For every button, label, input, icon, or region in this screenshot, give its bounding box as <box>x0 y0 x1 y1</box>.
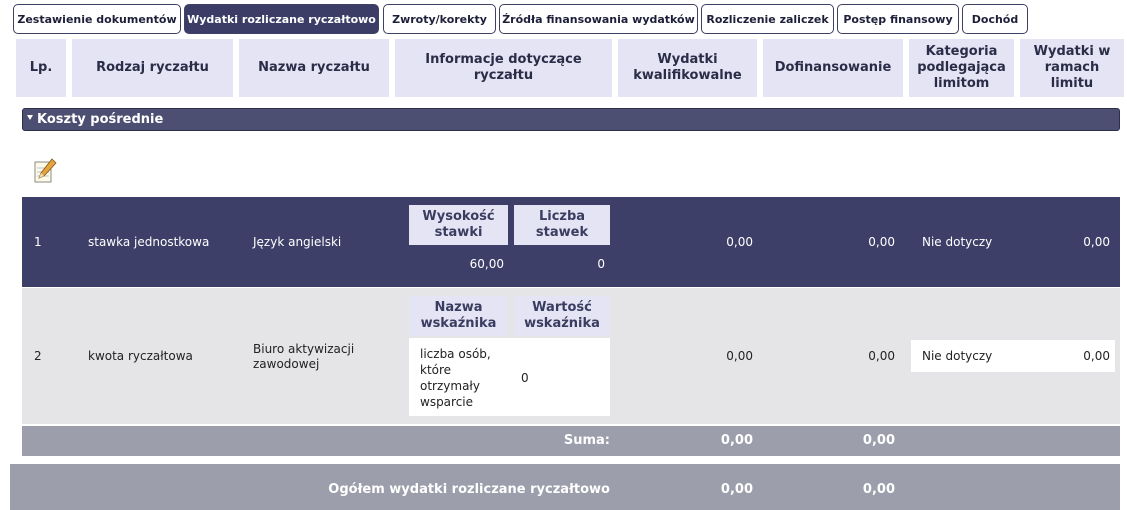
row-nazwa: Biuro aktywizacji zawodowej <box>253 342 355 371</box>
section-title: Koszty pośrednie <box>37 112 164 127</box>
caret-down-icon <box>27 115 33 120</box>
info-value-wartosc-wskaznika: 0 <box>521 371 529 385</box>
column-header-rodzaj: Rodzaj ryczałtu <box>72 39 233 97</box>
row-kwalifikowalne: 0,00 <box>726 349 753 363</box>
column-header-informacje: Informacje dotyczące ryczałtu <box>395 39 612 97</box>
tab-wydatki-rozliczane-ryczaltowo[interactable]: Wydatki rozliczane ryczałtowo <box>184 4 379 34</box>
tab-zrodla-finansowania[interactable]: Źródła finansowania wydatków <box>499 4 698 34</box>
row-lp: 2 <box>34 349 42 363</box>
row-rodzaj: kwota ryczałtowa <box>88 349 193 363</box>
total-label: Ogółem wydatki rozliczane ryczałtowo <box>328 482 610 497</box>
column-header-limit: Wydatki w ramach limitu <box>1020 39 1124 97</box>
row-kwalifikowalne: 0,00 <box>726 235 753 249</box>
row-rodzaj: stawka jednostkowa <box>88 235 210 249</box>
row-kategoria: Nie dotyczy <box>922 235 993 249</box>
total-kwalifikowalne: 0,00 <box>720 482 753 497</box>
edit-notepad-icon[interactable] <box>33 158 57 184</box>
tab-zestawienie-dokumentow[interactable]: Zestawienie dokumentów <box>13 4 181 34</box>
section-header-koszty-posrednie[interactable]: Koszty pośrednie <box>22 108 1120 131</box>
row-lp: 1 <box>34 235 42 249</box>
row-kategoria: Nie dotyczy <box>922 349 993 363</box>
info-value-nazwa-wskaznika: liczba osób, które otrzymały wsparcie <box>420 347 491 409</box>
row-dofinansowanie: 0,00 <box>868 349 895 363</box>
column-header-kategoria: Kategoria podlegająca limitom <box>909 39 1014 97</box>
suma-label: Suma: <box>563 433 610 448</box>
info-header-wartosc-wskaznika: Wartość wskaźnika <box>514 296 610 336</box>
info-header-nazwa-wskaznika: Nazwa wskaźnika <box>409 296 508 336</box>
tab-zwroty-korekty[interactable]: Zwroty/korekty <box>383 4 496 34</box>
column-header-lp: Lp. <box>16 39 66 97</box>
row-limit: 0,00 <box>1083 349 1110 363</box>
total-dofinansowanie: 0,00 <box>862 482 895 497</box>
info-value-wysokosc-stawki: 60,00 <box>469 257 504 271</box>
suma-kwalifikowalne: 0,00 <box>720 433 753 448</box>
tab-dochod[interactable]: Dochód <box>962 4 1028 34</box>
info-header-wysokosc-stawki: Wysokość stawki <box>409 205 508 245</box>
row-nazwa: Język angielski <box>253 235 342 249</box>
suma-dofinansowanie: 0,00 <box>862 433 895 448</box>
row-limit: 0,00 <box>1083 235 1110 249</box>
row-dofinansowanie: 0,00 <box>868 235 895 249</box>
tab-postep-finansowy[interactable]: Postęp finansowy <box>837 4 959 34</box>
info-header-liczba-stawek: Liczba stawek <box>514 205 610 245</box>
column-header-dofinansowanie: Dofinansowanie <box>763 39 903 97</box>
column-header-nazwa: Nazwa ryczałtu <box>239 39 389 97</box>
tab-rozliczenie-zaliczek[interactable]: Rozliczenie zaliczek <box>701 4 834 34</box>
column-header-kwalifikowalne: Wydatki kwalifikowalne <box>618 39 757 97</box>
info-value-liczba-stawek: 0 <box>597 257 605 271</box>
